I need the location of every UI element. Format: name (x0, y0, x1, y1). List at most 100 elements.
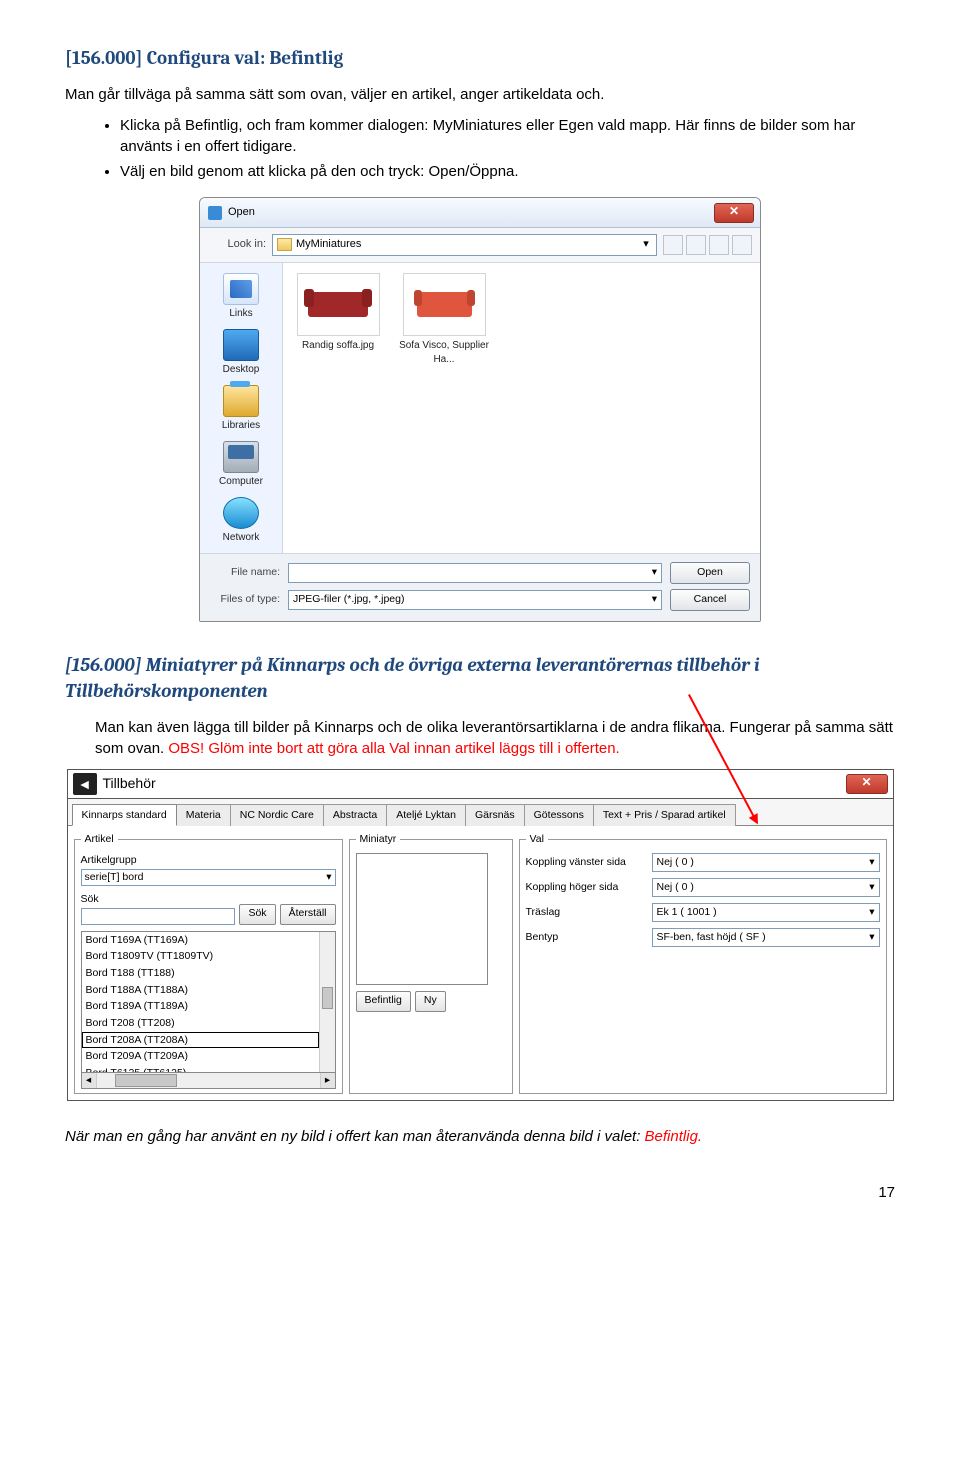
sidebar-computer[interactable]: Computer (200, 437, 282, 491)
tab-abstracta[interactable]: Abstracta (323, 804, 387, 827)
file-area[interactable]: Randig soffa.jpg Sofa Visco, Supplier Ha… (283, 263, 760, 553)
val-fieldset: Val Koppling vänster sidaNej ( 0 )▾ Kopp… (519, 832, 887, 1093)
computer-icon (223, 441, 259, 473)
folder-icon (277, 238, 292, 251)
bullet-list-1: Klicka på Befintlig, och fram kommer dia… (65, 115, 895, 182)
open-dialog-title: Open (228, 205, 708, 220)
list-item[interactable]: Bord T189A (TT189A) (82, 998, 319, 1015)
tab-garsnas[interactable]: Gärsnäs (465, 804, 525, 827)
sok-input[interactable] (81, 908, 236, 925)
chevron-down-icon: ▾ (869, 855, 874, 870)
libraries-icon (223, 385, 259, 417)
filename-input[interactable]: ▾ (288, 563, 662, 583)
chevron-down-icon: ▾ (869, 905, 874, 920)
open-bottom: File name: ▾ Open Files of type: JPEG-fi… (200, 554, 760, 621)
views-icon[interactable] (732, 235, 752, 255)
heading-miniatyrer: [156.000] Miniatyrer på Kinnarps och de … (65, 652, 895, 705)
artikelgrupp-label: Artikelgrupp (81, 853, 336, 868)
scroll-left-icon[interactable]: ◂ (82, 1073, 97, 1088)
footer-paragraph: När man en gång har använt en ny bild i … (65, 1126, 895, 1147)
ny-button[interactable]: Ny (415, 991, 446, 1012)
val-label: Koppling höger sida (526, 880, 646, 895)
list-item[interactable]: Bord T1809TV (TT1809TV) (82, 948, 319, 965)
lookin-value: MyMiniatures (296, 237, 636, 252)
filename-label: File name: (210, 565, 280, 580)
val-combo-koppling-hoger[interactable]: Nej ( 0 )▾ (652, 878, 880, 897)
dialog-icon (208, 206, 222, 220)
intro-paragraph: Man går tillväga på samma sätt som ovan,… (65, 84, 895, 105)
sok-button[interactable]: Sök (239, 904, 275, 925)
close-button[interactable]: ✕ (846, 774, 888, 794)
list-item[interactable]: Bord T188 (TT188) (82, 965, 319, 982)
befintlig-highlight: Befintlig. (645, 1128, 703, 1145)
tab-gotessons[interactable]: Götessons (524, 804, 594, 827)
cancel-button[interactable]: Cancel (670, 589, 750, 611)
val-combo-traslag[interactable]: Ek 1 ( 1001 )▾ (652, 903, 880, 922)
list-item-selected[interactable]: Bord T208A (TT208A) (82, 1032, 319, 1049)
filetype-label: Files of type: (210, 592, 280, 607)
filetype-combo[interactable]: JPEG-filer (*.jpg, *.jpeg)▾ (288, 590, 662, 610)
bullet-1: Klicka på Befintlig, och fram kommer dia… (120, 115, 895, 157)
val-label: Träslag (526, 905, 646, 920)
back-icon[interactable] (663, 235, 683, 255)
tab-kinnarps[interactable]: Kinnarps standard (72, 804, 177, 827)
up-icon[interactable] (686, 235, 706, 255)
desktop-icon (223, 329, 259, 361)
list-item[interactable]: Bord T209A (TT209A) (82, 1048, 319, 1065)
tillbehor-dialog: ◄ Tillbehör ✕ Kinnarps standard Materia … (67, 769, 894, 1101)
heading-configura-befintlig: [156.000] Configura val: Befintlig (65, 45, 895, 72)
tabs-bar: Kinnarps standard Materia NC Nordic Care… (68, 799, 893, 827)
aterstall-button[interactable]: Återställ (280, 904, 336, 925)
val-combo-bentyp[interactable]: SF-ben, fast höjd ( SF )▾ (652, 928, 880, 947)
befintlig-button[interactable]: Befintlig (356, 991, 411, 1012)
file-thumb-1 (297, 273, 380, 336)
val-label: Bentyp (526, 930, 646, 945)
file-item-1[interactable]: Randig soffa.jpg (293, 273, 383, 367)
open-button[interactable]: Open (670, 562, 750, 584)
vertical-scrollbar[interactable] (319, 932, 335, 1072)
chevron-down-icon: ▾ (869, 880, 874, 895)
file-name-1: Randig soffa.jpg (302, 340, 374, 351)
tab-textpris[interactable]: Text + Pris / Sparad artikel (593, 804, 736, 827)
open-dialog: Open ✕ Look in: MyMiniatures ▾ Links Des… (199, 197, 761, 622)
artikel-list[interactable]: Bord T169A (TT169A) Bord T1809TV (TT1809… (81, 931, 336, 1073)
sok-label: Sök (81, 892, 236, 907)
lookin-label: Look in: (208, 237, 266, 252)
tab-atelje[interactable]: Ateljé Lyktan (386, 804, 466, 827)
val-label: Koppling vänster sida (526, 855, 646, 870)
chevron-down-icon: ▾ (652, 565, 657, 580)
close-button[interactable]: ✕ (714, 203, 754, 223)
list-item[interactable]: Bord T169A (TT169A) (82, 932, 319, 949)
network-icon (223, 497, 259, 529)
lookin-combo[interactable]: MyMiniatures ▾ (272, 234, 657, 256)
sidebar-desktop[interactable]: Desktop (200, 325, 282, 379)
miniatyr-preview (356, 853, 488, 985)
back-button[interactable]: ◄ (73, 773, 97, 795)
file-thumb-2 (403, 273, 486, 336)
list-item[interactable]: Bord T6125 (TT6125) (82, 1065, 319, 1072)
chevron-down-icon: ▾ (869, 930, 874, 945)
file-item-2[interactable]: Sofa Visco, Supplier Ha... (399, 273, 489, 367)
places-sidebar: Links Desktop Libraries Computer Network (200, 263, 283, 553)
open-dialog-titlebar: Open ✕ (200, 198, 760, 228)
page-number: 17 (65, 1182, 895, 1203)
scroll-right-icon[interactable]: ▸ (320, 1073, 335, 1088)
tab-nc[interactable]: NC Nordic Care (230, 804, 324, 827)
sidebar-libraries[interactable]: Libraries (200, 381, 282, 435)
sidebar-network[interactable]: Network (200, 493, 282, 547)
chevron-down-icon: ▾ (652, 592, 657, 607)
tab-materia[interactable]: Materia (176, 804, 231, 827)
artikel-legend: Artikel (81, 832, 118, 847)
sidebar-links[interactable]: Links (200, 269, 282, 323)
list-item[interactable]: Bord T188A (TT188A) (82, 982, 319, 999)
warning-text: OBS! Glöm inte bort att göra alla Val in… (168, 740, 619, 757)
horizontal-scrollbar[interactable]: ◂ ▸ (81, 1073, 336, 1089)
artikelgrupp-combo[interactable]: serie[T] bord▾ (81, 869, 336, 886)
val-combo-koppling-vanster[interactable]: Nej ( 0 )▾ (652, 853, 880, 872)
open-toolbar: Look in: MyMiniatures ▾ (200, 228, 760, 263)
bullet-2: Välj en bild genom att klicka på den och… (120, 161, 895, 182)
newfolder-icon[interactable] (709, 235, 729, 255)
list-item[interactable]: Bord T208 (TT208) (82, 1015, 319, 1032)
chevron-down-icon: ▾ (326, 870, 331, 885)
miniatyr-fieldset: Miniatyr Befintlig Ny (349, 832, 513, 1093)
